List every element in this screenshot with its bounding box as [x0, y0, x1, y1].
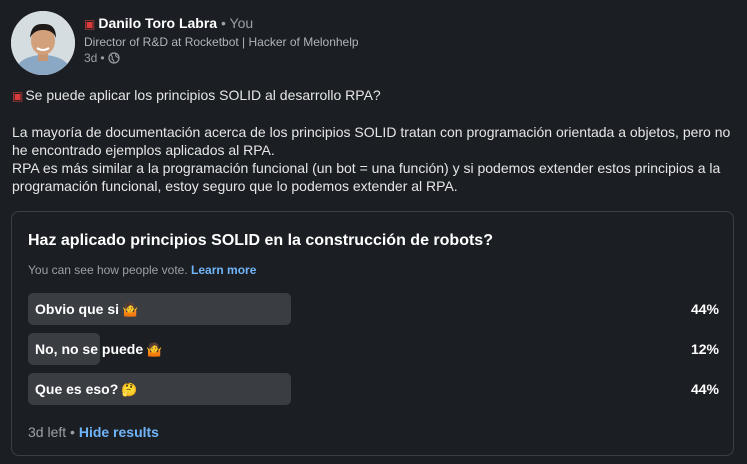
robot-icon: ▣: [12, 89, 24, 103]
poll-time-left: 3d left: [28, 424, 67, 440]
poll-option-2[interactable]: No, no se puede 🤷 12%: [28, 333, 721, 365]
poll-footer: 3d left • Hide results: [28, 424, 159, 440]
separator-dot: •: [220, 15, 226, 31]
post-header: ▣ Danilo Toro Labra • You Director of R&D…: [11, 11, 731, 77]
poll-option-label: No, no se puede 🤷: [35, 341, 163, 357]
learn-more-link[interactable]: Learn more: [191, 263, 256, 277]
post-question: Se puede aplicar los principios SOLID al…: [25, 87, 381, 103]
poll-option-1[interactable]: Obvio que si 🤷 44%: [28, 293, 721, 325]
poll-option-label: Que es eso? 🤔: [35, 381, 138, 397]
poll-option-label: Obvio que si 🤷: [35, 301, 139, 317]
separator-dot: •: [100, 51, 105, 65]
author-headline: Director of R&D at Rocketbot | Hacker of…: [84, 35, 359, 49]
poll-option-percent: 44%: [690, 301, 719, 317]
poll-option-3[interactable]: Que es eso? 🤔 44%: [28, 373, 721, 405]
shrug-icon: 🤷: [122, 302, 139, 317]
avatar[interactable]: [11, 11, 75, 75]
post-paragraph-2: RPA es más similar a la programación fun…: [12, 160, 721, 194]
post-paragraph-1: La mayoría de documentación acerca de lo…: [12, 124, 731, 158]
poll-note: You can see how people vote. Learn more: [28, 263, 256, 277]
poll-option-percent: 44%: [690, 381, 719, 397]
poll-note-text: You can see how people vote.: [28, 263, 188, 277]
post-text: ▣ Se puede aplicar los principios SOLID a…: [12, 86, 732, 195]
author-name[interactable]: Danilo Toro Labra: [98, 15, 217, 31]
globe-icon: [107, 52, 120, 64]
thinking-face-icon: 🤔: [121, 382, 138, 397]
poll-question: Haz aplicado principios SOLID en la cons…: [28, 232, 493, 249]
poll-card: Haz aplicado principios SOLID en la cons…: [11, 211, 734, 456]
poll-option-percent: 12%: [690, 341, 719, 357]
shrug-icon: 🤷: [146, 342, 163, 357]
post-time: 3d: [84, 51, 98, 65]
separator-dot: •: [70, 424, 75, 440]
robot-icon: ▣: [84, 17, 96, 31]
relation-label: You: [229, 15, 254, 31]
hide-results-link[interactable]: Hide results: [79, 424, 159, 440]
